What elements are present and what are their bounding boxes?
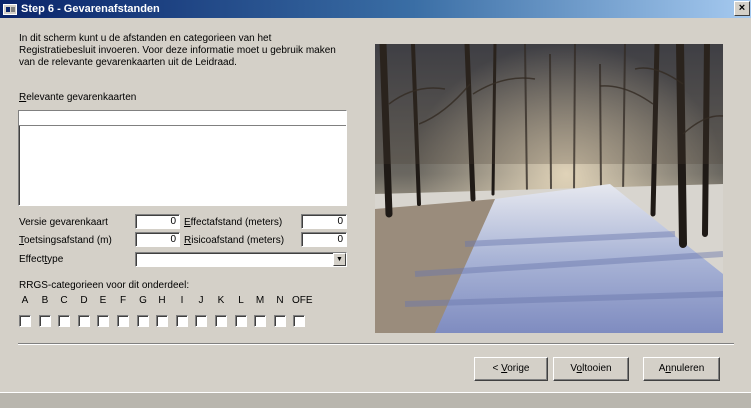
category-letter: H — [158, 295, 166, 306]
window-title: Step 6 - Gevarenafstanden — [21, 3, 160, 15]
title-bar[interactable]: Step 6 - Gevarenafstanden × — [0, 0, 751, 18]
toetsingsafstand-label: Toetsingsafstand (m) — [19, 235, 112, 246]
category-letter: E — [99, 295, 107, 306]
category-checkbox[interactable] — [274, 315, 286, 327]
vorige-button[interactable]: < Vorige — [474, 357, 548, 381]
category-checkbox[interactable] — [117, 315, 129, 327]
category-letter: M — [255, 295, 265, 306]
effecttype-label-pre: Effect — [19, 254, 45, 265]
toetsingsafstand-input[interactable]: 0 — [135, 232, 180, 247]
vorige-pre: < — [492, 363, 502, 374]
forest-photo — [375, 44, 723, 333]
category-checkbox[interactable] — [78, 315, 90, 327]
gevarenkaarten-label: Relevante gevarenkaarten — [19, 92, 136, 103]
category-letter: N — [276, 295, 284, 306]
vorige-post: orige — [507, 363, 530, 374]
category-letter: I — [180, 295, 184, 306]
risicoafstand-label-text: isicoafstand (meters) — [191, 235, 285, 246]
category-letter: A — [21, 295, 29, 306]
toetsingsafstand-label-text: oetsingsafstand (m) — [24, 235, 112, 246]
snowy-forest-image — [375, 44, 723, 333]
voltooien-button[interactable]: Voltooien — [553, 357, 629, 381]
versie-input[interactable]: 0 — [135, 214, 180, 229]
category-checkbox[interactable] — [195, 315, 207, 327]
gevarenkaarten-label-text: elevante gevarenkaarten — [26, 92, 137, 103]
category-checkbox[interactable] — [254, 315, 266, 327]
effectafstand-input[interactable]: 0 — [301, 214, 347, 229]
category-letter: B — [41, 295, 49, 306]
wizard-window: Step 6 - Gevarenafstanden × In dit scher… — [0, 0, 751, 408]
category-checkbox[interactable] — [215, 315, 227, 327]
effectafstand-label: Effectafstand (meters) — [184, 217, 282, 228]
category-letter: K — [217, 295, 225, 306]
category-checkbox[interactable] — [97, 315, 109, 327]
voltooien-post: ltooien — [582, 363, 612, 374]
effecttype-label: Effecttype — [19, 254, 63, 265]
categories-label: RRGS-categorieen voor dit onderdeel: — [19, 280, 190, 291]
risicoafstand-label: Risicoafstand (meters) — [184, 235, 284, 246]
effecttype-label-post: ype — [47, 254, 64, 265]
category-checkbox[interactable] — [176, 315, 188, 327]
dropdown-arrow-icon[interactable]: ▼ — [333, 253, 346, 266]
category-letter: D — [80, 295, 88, 306]
category-checkbox[interactable] — [39, 315, 51, 327]
category-checkbox[interactable] — [156, 315, 168, 327]
category-letter: F — [119, 295, 127, 306]
app-icon — [3, 3, 17, 15]
category-checkbox[interactable] — [58, 315, 70, 327]
list-header-row — [19, 111, 346, 126]
intro-text: In dit scherm kunt u de afstanden en cat… — [19, 33, 336, 68]
category-letter: C — [60, 295, 68, 306]
category-letter: J — [198, 295, 204, 306]
category-checkbox[interactable] — [137, 315, 149, 327]
category-checkbox[interactable] — [235, 315, 247, 327]
effectafstand-label-text: ffectafstand (meters) — [190, 217, 283, 228]
category-letter: L — [238, 295, 244, 306]
risicoafstand-input[interactable]: 0 — [301, 232, 347, 247]
category-letter: OFE — [292, 295, 313, 306]
status-bar — [0, 392, 751, 408]
category-checkbox[interactable] — [19, 315, 31, 327]
gevarenkaarten-list[interactable] — [18, 110, 347, 206]
annuleren-post: nuleren — [670, 363, 705, 374]
effecttype-select[interactable]: ▼ — [135, 252, 347, 267]
annuleren-button[interactable]: Annuleren — [643, 357, 720, 381]
versie-label: Versie gevarenkaart — [19, 217, 108, 228]
separator-line — [18, 343, 734, 345]
effectafstand-accel: E — [184, 217, 191, 228]
category-letter: G — [139, 295, 147, 306]
close-button[interactable]: × — [734, 1, 750, 16]
category-checkbox[interactable] — [293, 315, 305, 327]
